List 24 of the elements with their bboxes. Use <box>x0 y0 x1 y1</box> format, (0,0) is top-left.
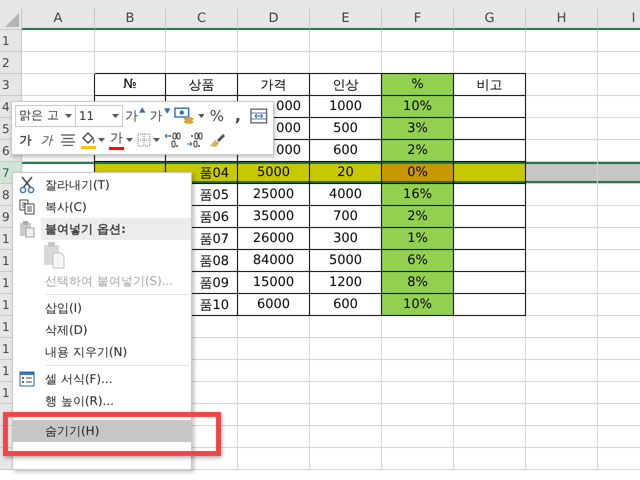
table-cell: 25000 <box>238 184 310 206</box>
table-cell: 16% <box>382 184 454 206</box>
table-cell: 15000 <box>238 272 310 294</box>
table-cell: 6% <box>382 250 454 272</box>
table-cell: № <box>95 74 166 96</box>
table-cell: 20 <box>310 162 382 184</box>
table-cell: 8% <box>382 272 454 294</box>
table-cell: 3% <box>382 118 454 140</box>
table-cell: 상품 <box>166 74 238 96</box>
table-cell: 35000 <box>238 206 310 228</box>
table-cell: 비고 <box>454 74 526 96</box>
table-cell: 10% <box>382 96 454 118</box>
table-cell: 1% <box>382 228 454 250</box>
table-cell: 84000 <box>238 250 310 272</box>
table-cell: 2% <box>382 140 454 162</box>
menu-section-header: 붙여넣기 옵션: <box>13 218 191 240</box>
table-cell: 26000 <box>238 228 310 250</box>
table-cell: 6000 <box>238 294 310 316</box>
table-cell: 10% <box>382 294 454 316</box>
table-cell: 0% <box>382 162 454 184</box>
table-cell: 가격 <box>238 74 310 96</box>
table-cell: 5000 <box>238 162 310 184</box>
table-cell: 2% <box>382 206 454 228</box>
table-cell: % <box>382 74 454 96</box>
